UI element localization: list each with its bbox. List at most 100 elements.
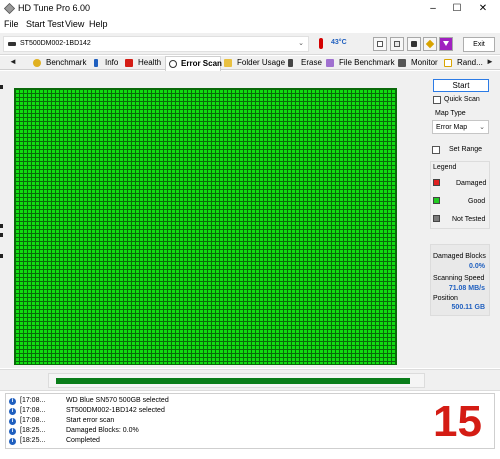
file-benchmark-icon bbox=[326, 59, 334, 67]
tab-random-access[interactable]: Rand... bbox=[444, 57, 483, 70]
legend-label-not-tested: Not Tested bbox=[452, 216, 486, 223]
scanning-speed-label: Scanning Speed bbox=[433, 275, 485, 282]
tab-info[interactable]: Info bbox=[92, 57, 124, 70]
menu-view[interactable]: View bbox=[65, 19, 84, 29]
tab-scroll-right[interactable]: ► bbox=[486, 57, 494, 66]
progress-bar bbox=[48, 373, 425, 388]
log-time: [17:08... bbox=[20, 397, 46, 404]
tab-monitor[interactable]: Monitor bbox=[398, 57, 440, 70]
minimize-button[interactable]: – bbox=[420, 0, 446, 17]
log-message: Start error scan bbox=[66, 417, 115, 424]
legend-label-good: Good bbox=[468, 198, 486, 205]
folder-icon bbox=[224, 59, 232, 67]
tab-error-scan[interactable]: Error Scan bbox=[165, 56, 222, 71]
progress-row bbox=[0, 369, 500, 391]
copy-button[interactable] bbox=[373, 37, 387, 51]
chevron-down-icon: ⌄ bbox=[479, 124, 485, 131]
exit-button[interactable]: Exit bbox=[463, 37, 495, 52]
start-button[interactable]: Start bbox=[433, 79, 489, 92]
erase-icon bbox=[288, 59, 293, 67]
edge-mark bbox=[0, 85, 3, 89]
position-value: 500.11 GB bbox=[451, 304, 485, 311]
tab-label: Monitor bbox=[411, 58, 438, 67]
tab-folder-usage[interactable]: Folder Usage bbox=[224, 57, 286, 70]
map-type-select[interactable]: Error Map ⌄ bbox=[432, 120, 489, 134]
log-time: [18:25... bbox=[20, 437, 46, 444]
temperature-readout: 43°C bbox=[331, 39, 347, 46]
edge-mark bbox=[0, 254, 3, 258]
legend-swatch-not-tested bbox=[433, 215, 440, 222]
save-button[interactable] bbox=[423, 37, 437, 51]
quick-scan-label: Quick Scan bbox=[444, 96, 480, 103]
screenshot-button[interactable] bbox=[407, 37, 421, 51]
map-type-label: Map Type bbox=[435, 110, 466, 117]
download-button[interactable] bbox=[439, 37, 453, 51]
menu-bar: File Start Test View Help bbox=[0, 18, 500, 31]
log-time: [18:25... bbox=[20, 427, 46, 434]
menu-help[interactable]: Help bbox=[89, 19, 108, 29]
tab-label: Error Scan bbox=[181, 59, 222, 68]
menu-file[interactable]: File bbox=[4, 19, 19, 29]
info-icon: i bbox=[9, 438, 16, 445]
monitor-icon bbox=[398, 59, 406, 67]
log-entry: i [17:08... ST500DM002-1BD142 selected bbox=[6, 407, 406, 417]
tab-label: Folder Usage bbox=[237, 58, 286, 67]
legend-swatch-good bbox=[433, 197, 440, 204]
log-entry: i [18:25... Completed bbox=[6, 437, 406, 447]
thermometer-icon bbox=[319, 38, 323, 49]
chevron-down-icon: ⌄ bbox=[298, 40, 304, 47]
tab-health[interactable]: Health bbox=[125, 57, 165, 70]
tab-scroll-left[interactable]: ◄ bbox=[9, 57, 17, 66]
tab-label: Info bbox=[105, 58, 119, 67]
drive-select[interactable]: ST500DM002-1BD142 ⌄ bbox=[3, 36, 309, 52]
menu-start-test[interactable]: Start Test bbox=[26, 19, 64, 29]
info-icon: i bbox=[9, 428, 16, 435]
damaged-blocks-label: Damaged Blocks bbox=[433, 253, 486, 260]
log-time: [17:08... bbox=[20, 407, 46, 414]
damaged-blocks-value: 0.0% bbox=[469, 263, 485, 270]
tab-label: Benchmark bbox=[46, 58, 87, 67]
log-message: Completed bbox=[66, 437, 100, 444]
paste-button[interactable] bbox=[390, 37, 404, 51]
log-message: ST500DM002-1BD142 selected bbox=[66, 407, 165, 414]
save-icon bbox=[425, 39, 435, 49]
app-icon bbox=[4, 3, 15, 14]
scan-stats: Damaged Blocks 0.0% Scanning Speed 71.08… bbox=[430, 244, 490, 316]
set-range-label: Set Range bbox=[449, 146, 483, 153]
legend-swatch-damaged bbox=[433, 179, 440, 186]
error-scan-icon bbox=[169, 60, 177, 68]
legend-label-damaged: Damaged bbox=[456, 180, 487, 187]
title-bar: HD Tune Pro 6.00 – ☐ ✕ bbox=[0, 0, 500, 17]
map-type-value: Error Map bbox=[436, 124, 468, 131]
error-map-grid bbox=[14, 88, 397, 365]
info-icon: i bbox=[9, 408, 16, 415]
health-icon bbox=[125, 59, 133, 67]
copy-icon bbox=[377, 41, 383, 47]
log-message: WD Blue SN570 500GB selected bbox=[66, 397, 169, 404]
event-log[interactable]: i [17:08... WD Blue SN570 500GB selected… bbox=[5, 393, 495, 449]
benchmark-icon bbox=[33, 59, 41, 67]
tab-erase[interactable]: Erase bbox=[288, 57, 322, 70]
camera-icon bbox=[411, 41, 417, 47]
window-title: HD Tune Pro 6.00 bbox=[18, 3, 91, 13]
edge-mark bbox=[0, 224, 3, 228]
paste-icon bbox=[394, 41, 400, 47]
close-button[interactable]: ✕ bbox=[470, 0, 496, 17]
maximize-button[interactable]: ☐ bbox=[444, 0, 470, 17]
random-icon bbox=[444, 59, 452, 67]
scanning-speed-value: 71.08 MB/s bbox=[448, 285, 485, 292]
info-icon: i bbox=[9, 398, 16, 405]
quick-scan-checkbox[interactable] bbox=[433, 96, 441, 104]
tab-benchmark[interactable]: Benchmark bbox=[33, 57, 88, 70]
log-entry: i [18:25... Damaged Blocks: 0.0% bbox=[6, 427, 406, 437]
set-range-checkbox[interactable] bbox=[432, 146, 440, 154]
log-message: Damaged Blocks: 0.0% bbox=[66, 427, 139, 434]
tab-label: File Benchmark bbox=[339, 58, 395, 67]
tab-label: Rand... bbox=[457, 58, 483, 67]
log-entry: i [17:08... Start error scan bbox=[6, 417, 406, 427]
tab-file-benchmark[interactable]: File Benchmark bbox=[326, 57, 395, 70]
info-icon bbox=[94, 59, 98, 67]
legend-title: Legend bbox=[433, 164, 457, 171]
overlay-number: 15 bbox=[433, 397, 482, 446]
position-label: Position bbox=[433, 295, 458, 302]
